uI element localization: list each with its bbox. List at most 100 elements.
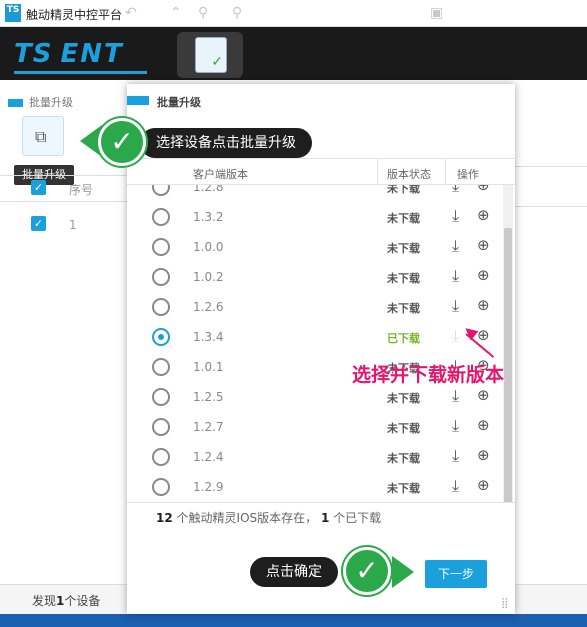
callout-select-device: 选择设备点击批量升级 <box>140 128 312 158</box>
zoom-in-icon[interactable]: ⊕ <box>477 416 490 434</box>
divider <box>515 166 587 167</box>
version-row[interactable]: 1.2.7 未下载 ⤓ ⊕ <box>127 412 501 442</box>
download-icon[interactable]: ⤓ <box>452 416 459 436</box>
column-separator <box>445 159 446 185</box>
download-icon[interactable]: ⤓ <box>452 185 459 196</box>
taskbar-strip <box>0 614 587 627</box>
version-row[interactable]: 1.2.6 未下载 ⤓ ⊕ <box>127 292 501 322</box>
app-header: TS ENT <box>0 27 587 80</box>
version-label: 1.0.2 <box>193 270 224 284</box>
device-table-header <box>0 175 127 202</box>
version-radio[interactable] <box>152 358 170 376</box>
version-row[interactable]: 1.2.4 未下载 ⤓ ⊕ <box>127 442 501 472</box>
version-row[interactable]: 1.2.9 未下载 ⤓ ⊕ <box>127 472 501 502</box>
brand-underline <box>14 71 147 74</box>
app-logo-icon: TS <box>5 4 21 22</box>
version-radio[interactable] <box>152 268 170 286</box>
version-status: 未下载 <box>387 452 420 465</box>
zoom-in-icon[interactable]: ⊕ <box>477 476 490 494</box>
zoom-in-icon[interactable]: ⊕ <box>477 386 490 404</box>
version-label: 1.2.7 <box>193 420 224 434</box>
version-label: 1.2.8 <box>193 185 224 194</box>
divider <box>127 502 515 503</box>
select-all-checkbox[interactable]: ✓ <box>31 180 46 195</box>
device-checkbox[interactable]: ✓ <box>31 216 46 231</box>
check-badge-icon: ✓ <box>343 547 391 595</box>
download-icon[interactable]: ⤓ <box>452 206 459 226</box>
version-radio[interactable] <box>152 185 170 196</box>
search-icon[interactable]: ⚲ <box>198 5 208 21</box>
zoom-in-icon[interactable]: ⊕ <box>477 185 490 194</box>
version-radio[interactable] <box>152 388 170 406</box>
download-icon[interactable]: ⤓ <box>452 386 459 406</box>
column-action: 操作 <box>457 168 479 181</box>
version-status: 未下载 <box>387 392 420 405</box>
version-row[interactable]: 1.2.8 未下载 ⤓ ⊕ <box>127 185 501 202</box>
chevron-icon[interactable]: ⌃ <box>170 5 182 21</box>
column-seq: 序号 <box>69 183 94 197</box>
resize-grip-icon[interactable]: ⣿ <box>501 598 508 609</box>
version-radio[interactable] <box>152 298 170 316</box>
version-radio[interactable] <box>152 328 170 346</box>
version-radio[interactable] <box>152 238 170 256</box>
download-icon: ⤓ <box>452 326 460 345</box>
batch-upgrade-button[interactable]: ⧉ <box>22 116 64 156</box>
version-label: 1.2.9 <box>193 480 224 494</box>
version-status: 已下载 <box>387 332 420 345</box>
next-button[interactable]: 下一步 <box>425 560 487 588</box>
version-summary: 12 个触动精灵IOS版本存在， 1 个已下载 <box>156 511 382 525</box>
version-table-header: 客户端版本 版本状态 操作 <box>127 158 515 185</box>
version-status: 未下载 <box>387 185 420 195</box>
version-table-body: 1.2.8 未下载 ⤓ ⊕ 1.3.2 未下载 ⤓ ⊕ 1.0.0 未下载 ⤓ ⊕ 1.0.2 未下载 ⤓ ⊕… <box>127 185 501 503</box>
version-row[interactable]: 1.0.0 未下载 ⤓ ⊕ <box>127 232 501 262</box>
device-check-icon: ⧉ <box>35 127 47 146</box>
download-icon[interactable]: ⤓ <box>452 446 459 466</box>
section-title: 批量升级 <box>8 94 73 110</box>
scrollbar-thumb[interactable] <box>504 228 512 503</box>
zoom-in-icon[interactable]: ⊕ <box>477 206 490 224</box>
title-accent-bar <box>127 96 149 105</box>
version-status: 未下载 <box>387 212 420 225</box>
download-icon[interactable]: ⤓ <box>452 296 459 316</box>
version-radio[interactable] <box>152 448 170 466</box>
download-icon[interactable]: ⤓ <box>452 236 459 256</box>
screenshot-icon[interactable]: ▣ <box>430 5 443 21</box>
window-titlebar: TS 触动精灵中控平台 ↶ ⌃ ⚲ ⚲ ▣ <box>0 0 587 27</box>
zoom-icon[interactable]: ⚲ <box>232 5 242 21</box>
back-icon[interactable]: ↶ <box>125 5 137 21</box>
column-separator <box>377 159 378 185</box>
check-badge-icon: ✓ <box>98 118 146 166</box>
version-label: 1.0.0 <box>193 240 224 254</box>
device-check-icon <box>195 37 227 73</box>
version-radio[interactable] <box>152 208 170 226</box>
zoom-in-icon[interactable]: ⊕ <box>477 446 490 464</box>
red-annotation: 选择并下载新版本 <box>352 364 505 386</box>
download-icon[interactable]: ⤓ <box>452 266 459 286</box>
zoom-in-icon[interactable]: ⊕ <box>477 296 490 314</box>
version-label: 1.0.1 <box>193 360 224 374</box>
dialog-title-bar: 批量升级 <box>127 84 515 118</box>
version-radio[interactable] <box>152 478 170 496</box>
version-label: 1.2.4 <box>193 450 224 464</box>
brand-logo: TS ENT <box>14 39 124 69</box>
version-status: 未下载 <box>387 302 420 315</box>
version-status: 未下载 <box>387 242 420 255</box>
version-label: 1.3.4 <box>193 330 224 344</box>
zoom-in-icon[interactable]: ⊕ <box>477 326 490 344</box>
zoom-in-icon[interactable]: ⊕ <box>477 266 490 284</box>
dialog-title: 批量升级 <box>157 96 201 109</box>
version-row[interactable]: 1.3.2 未下载 ⤓ ⊕ <box>127 202 501 232</box>
version-status: 未下载 <box>387 482 420 495</box>
callout-arrow <box>392 556 414 588</box>
callout-confirm: 点击确定 <box>250 557 338 587</box>
batch-upgrade-dialog: 批量升级 客户端版本 版本状态 操作 1.2.8 未下载 ⤓ ⊕ 1.3.2 未下载 ⤓ ⊕ 1… <box>127 84 515 614</box>
download-icon[interactable]: ⤓ <box>452 476 459 496</box>
divider <box>515 206 587 207</box>
device-seq: 1 <box>69 218 77 232</box>
version-row[interactable]: 1.3.4 已下载 ⤓ ⊕ <box>127 322 501 352</box>
zoom-in-icon[interactable]: ⊕ <box>477 236 490 254</box>
version-radio[interactable] <box>152 418 170 436</box>
version-status: 未下载 <box>387 272 420 285</box>
version-row[interactable]: 1.0.2 未下载 ⤓ ⊕ <box>127 262 501 292</box>
batch-upgrade-tool-button[interactable] <box>177 32 243 78</box>
